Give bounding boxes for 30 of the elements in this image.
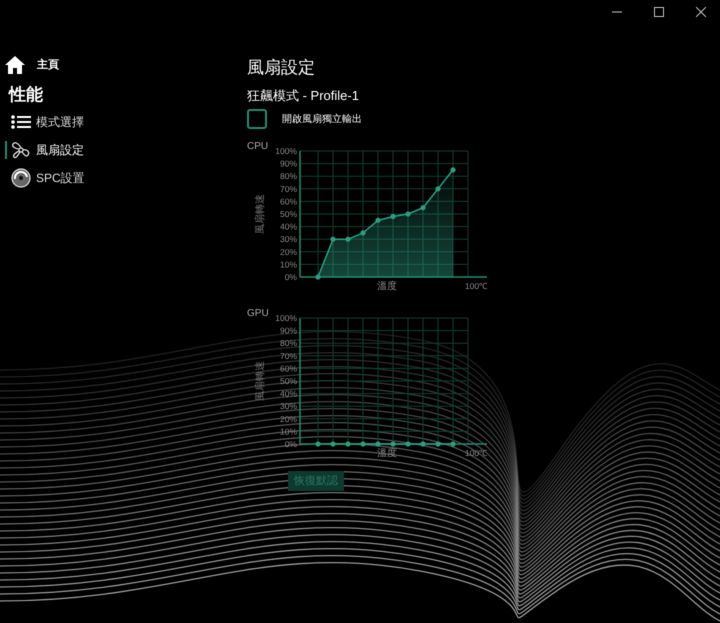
y-tick-label: 70% [280, 350, 297, 361]
y-axis-label: 風扇轉速 [255, 194, 266, 234]
x-tick-label: 100℃ [464, 281, 488, 291]
y-tick-label: 90% [280, 158, 297, 169]
y-tick-label: 60% [280, 196, 297, 206]
y-tick-label: 0% [284, 272, 297, 282]
checkbox-label: 開啟風扇獨立輸出 [282, 112, 362, 126]
y-tick-label: 20% [280, 246, 297, 257]
y-tick-label: 50% [280, 376, 297, 386]
y-tick-label: 100% [275, 313, 297, 323]
y-tick-label: 10% [280, 259, 297, 270]
section-heading: 性能 [9, 84, 44, 106]
chart-title: CPU [247, 141, 268, 153]
y-axis-label: 風扇轉速 [255, 361, 266, 401]
y-tick-label: 60% [280, 363, 297, 374]
profile-name: 狂飆模式 - Profile-1 [247, 87, 360, 104]
chart-title: GPU [247, 308, 269, 320]
y-tick-label: 90% [280, 326, 297, 336]
y-tick-label: 30% [280, 234, 297, 244]
y-tick-label: 70% [280, 184, 297, 194]
y-tick-label: 80% [280, 338, 297, 348]
y-tick-label: 30% [280, 401, 297, 412]
y-tick-label: 50% [280, 209, 297, 219]
y-tick-label: 100% [275, 146, 297, 156]
y-tick-label: 40% [280, 222, 297, 232]
x-axis-label: 溫度 [377, 281, 397, 292]
page-title: 風扇設定 [247, 57, 316, 79]
y-tick-label: 20% [280, 414, 297, 424]
y-tick-label: 80% [280, 171, 297, 182]
y-tick-label: 40% [280, 388, 297, 399]
